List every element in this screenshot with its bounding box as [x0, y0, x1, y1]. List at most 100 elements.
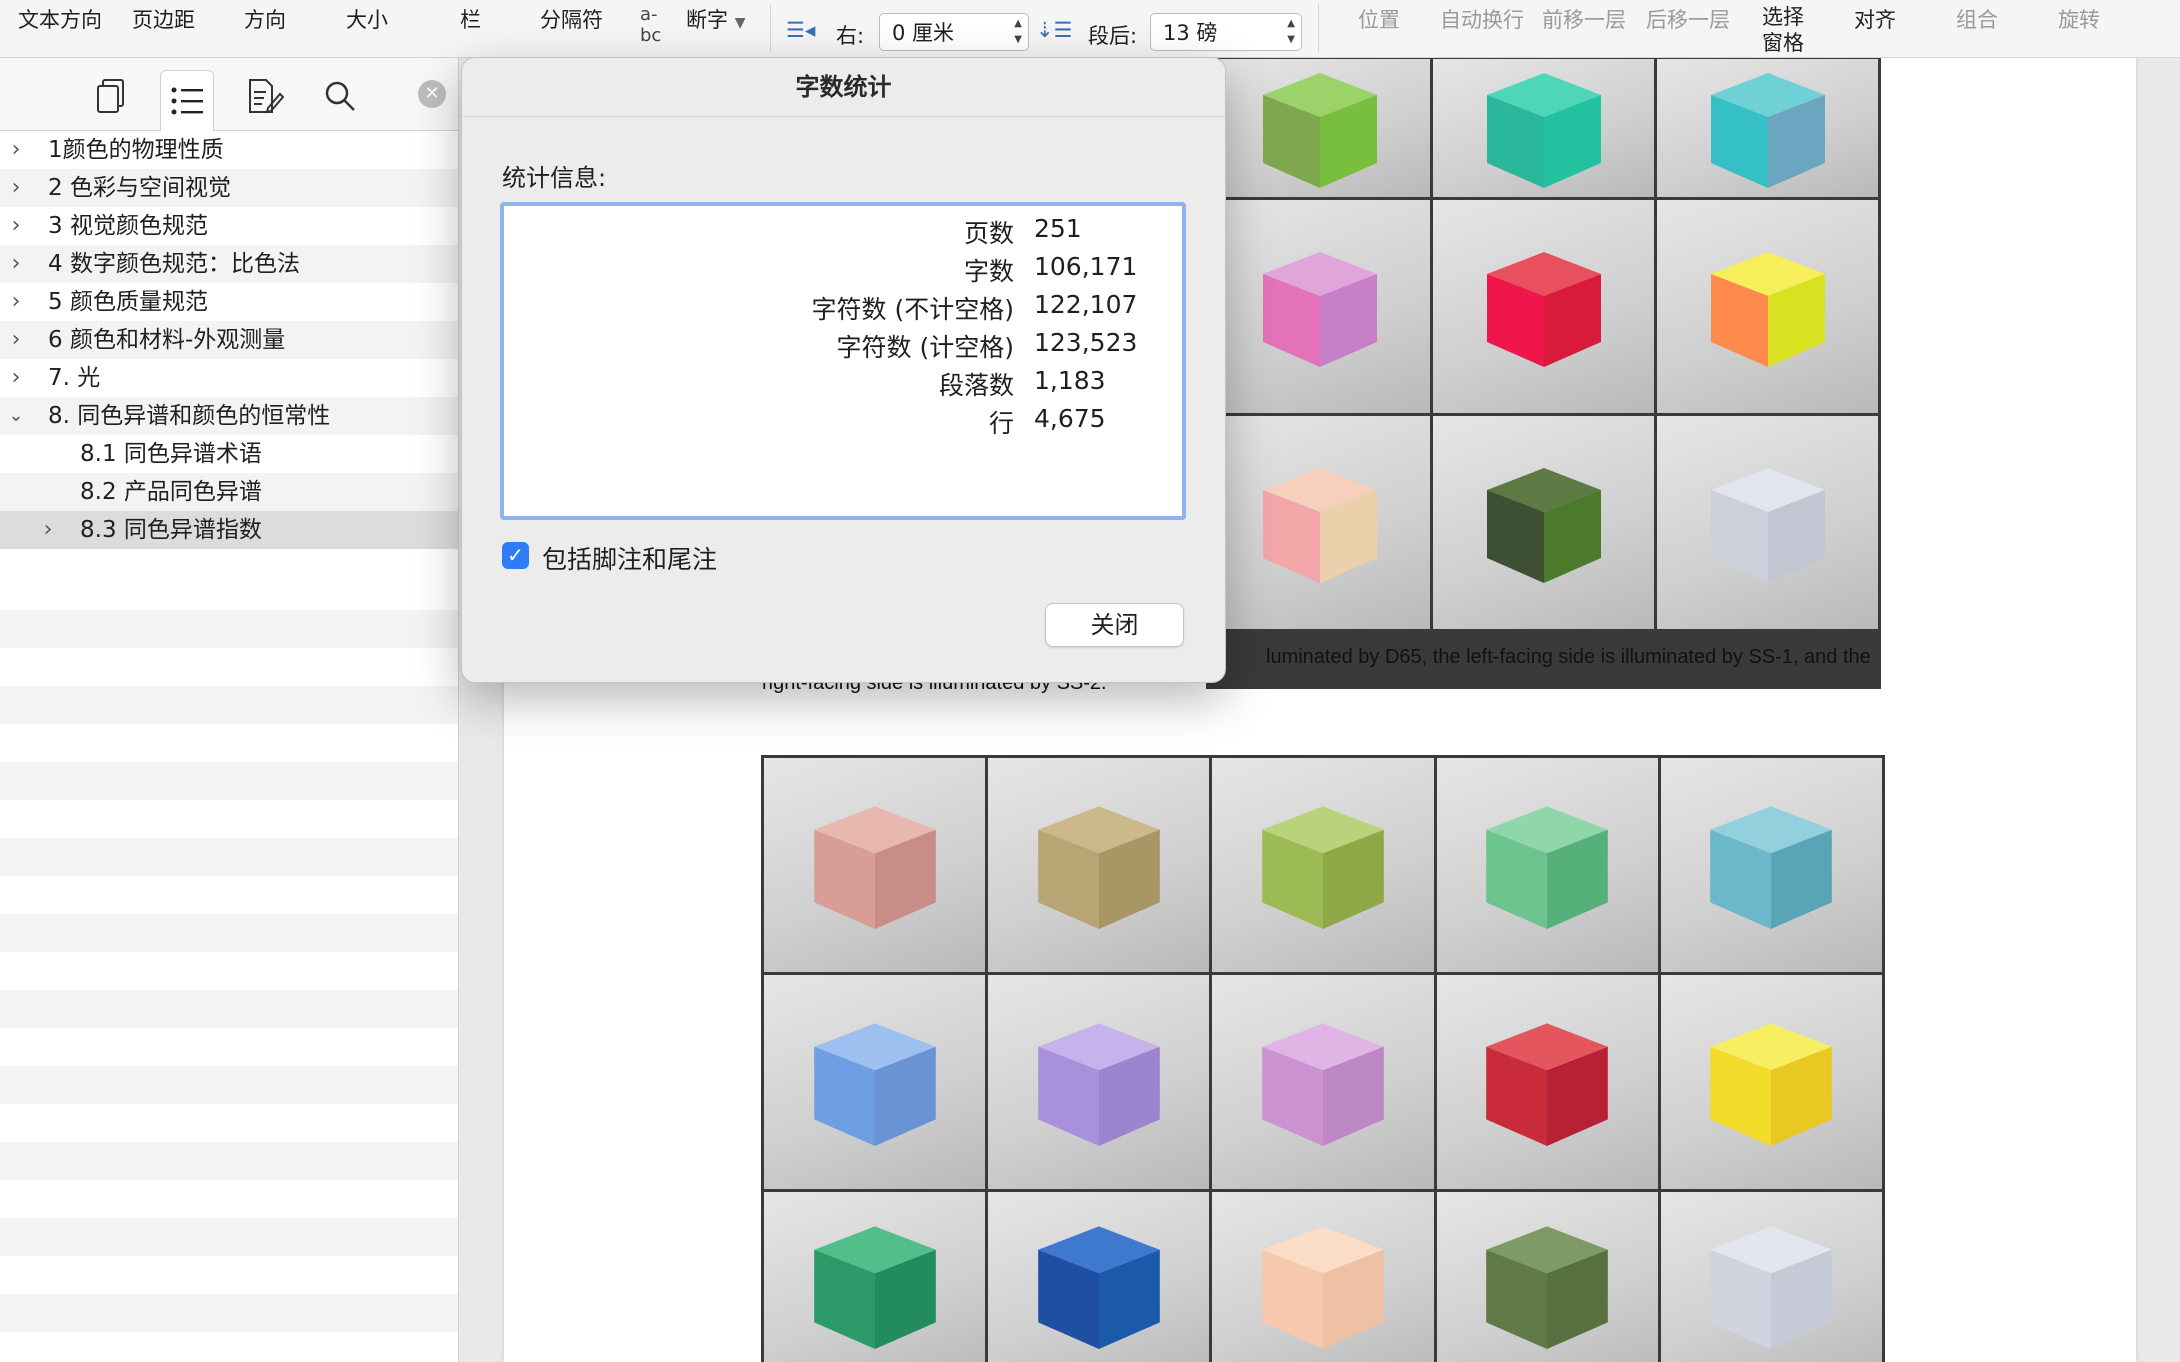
margins-button[interactable]: 页边距: [132, 4, 195, 34]
list-icon: [171, 87, 203, 115]
search-icon: [325, 81, 355, 111]
cube-image: [1657, 416, 1878, 629]
cube-image: [1436, 758, 1658, 972]
cube-image: [1433, 59, 1654, 197]
outline-item-label: 8.3 同色异谱指数: [80, 517, 262, 543]
tab-comments[interactable]: [238, 70, 290, 122]
bring-forward-button[interactable]: 前移一层: [1542, 4, 1626, 34]
stat-value: 122,107: [1034, 290, 1138, 319]
size-button[interactable]: 大小: [346, 4, 388, 34]
stat-value: 106,171: [1034, 252, 1138, 281]
stat-row-words: 字数 106,171: [504, 252, 1182, 290]
chevron-down-icon: ▼: [734, 15, 746, 31]
wrap-text-button[interactable]: 自动换行: [1440, 4, 1524, 34]
include-footnotes-label[interactable]: 包括脚注和尾注: [542, 540, 717, 576]
cube-image: [764, 758, 986, 972]
cube-image: [1657, 200, 1878, 413]
cube-image: [764, 1192, 986, 1362]
stat-row-pages: 页数 251: [504, 214, 1182, 252]
outline-item-label: 7. 光: [48, 365, 101, 391]
navigation-pane-toolbar: ✕: [0, 58, 458, 131]
chevron-down-icon[interactable]: ⌄: [6, 397, 26, 435]
columns-button[interactable]: 栏: [460, 4, 481, 34]
outline-item[interactable]: › 1颜色的物理性质: [0, 131, 458, 169]
navigation-pane: ✕ › 1颜色的物理性质 › 2 色彩与空间视觉 › 3 视觉颜色规范 › 4 …: [0, 58, 459, 1362]
cube-image: [1433, 200, 1654, 413]
cube-image: [1657, 59, 1878, 197]
spacing-after-icon: ⇣☰: [1036, 18, 1073, 42]
close-pane-icon[interactable]: ✕: [418, 80, 446, 108]
hyphenation-button[interactable]: 断字 ▼: [686, 4, 745, 34]
breaks-button[interactable]: 分隔符: [540, 4, 603, 34]
chevron-right-icon[interactable]: ›: [6, 207, 26, 245]
chevron-right-icon[interactable]: ›: [6, 321, 26, 359]
cube-image: [1212, 1192, 1434, 1362]
indent-right-field[interactable]: 0 厘米 ▲ ▼: [879, 13, 1029, 51]
chevron-right-icon[interactable]: ›: [6, 131, 26, 169]
indent-right-icon: ☰◂: [786, 18, 816, 42]
chevron-right-icon[interactable]: ›: [6, 245, 26, 283]
tab-outline[interactable]: [160, 70, 214, 131]
stat-row-lines: 行 4,675: [504, 404, 1182, 442]
indent-right-value: 0 厘米: [892, 21, 955, 45]
cube-image: [1433, 416, 1654, 629]
stat-label: 行: [988, 409, 1014, 438]
selection-pane-button[interactable]: 选择 窗格: [1762, 4, 1804, 56]
outline-item[interactable]: › 5 颜色质量规范: [0, 283, 458, 321]
outline-item[interactable]: 8.2 产品同色异谱: [0, 473, 458, 511]
orientation-button[interactable]: 方向: [244, 4, 286, 34]
cube-image: [1209, 200, 1430, 413]
selection-pane-label-2: 窗格: [1762, 31, 1804, 55]
outline-item[interactable]: › 7. 光: [0, 359, 458, 397]
stat-row-characters-no-spaces: 字符数 (不计空格) 122,107: [504, 290, 1182, 328]
chevron-right-icon[interactable]: ›: [6, 359, 26, 397]
outline-item-label: 4 数字颜色规范：比色法: [48, 251, 300, 277]
outline-item[interactable]: › 4 数字颜色规范：比色法: [0, 245, 458, 283]
stat-label: 段落数: [938, 371, 1014, 400]
stepper-icon[interactable]: ▲ ▼: [1014, 16, 1022, 48]
text-direction-button[interactable]: 文本方向: [18, 4, 102, 34]
stat-label: 字符数 (不计空格): [811, 295, 1014, 324]
selection-pane-label-1: 选择: [1762, 5, 1804, 29]
stat-value: 4,675: [1034, 404, 1106, 433]
stat-row-paragraphs: 段落数 1,183: [504, 366, 1182, 404]
checkmark-icon: ✓: [507, 543, 524, 567]
word-count-dialog: 字数统计 统计信息: 页数 251 字数 106,171 字符数 (不计空格) …: [461, 57, 1226, 683]
position-button[interactable]: 位置: [1358, 4, 1400, 34]
cube-image: [1209, 416, 1430, 629]
spacing-after-value: 13 磅: [1163, 21, 1218, 45]
cube-image: [1212, 975, 1434, 1189]
stat-label: 页数: [963, 219, 1014, 248]
rotate-button[interactable]: 旋转: [2058, 4, 2100, 34]
outline-item[interactable]: › 2 色彩与空间视觉: [0, 169, 458, 207]
statistics-list[interactable]: 页数 251 字数 106,171 字符数 (不计空格) 122,107 字符数…: [500, 202, 1186, 520]
close-button[interactable]: 关闭: [1045, 603, 1184, 647]
outline-item-label: 1颜色的物理性质: [48, 137, 224, 163]
outline-item-label: 5 颜色质量规范: [48, 289, 208, 315]
outline-item[interactable]: › 6 颜色和材料-外观测量: [0, 321, 458, 359]
stat-label: 字数: [963, 257, 1014, 286]
outline-item[interactable]: ⌄ 8. 同色异谱和颜色的恒常性: [0, 397, 458, 435]
stepper-icon[interactable]: ▲ ▼: [1287, 16, 1295, 48]
send-backward-button[interactable]: 后移一层: [1646, 4, 1730, 34]
align-button[interactable]: 对齐: [1854, 4, 1896, 34]
group-button[interactable]: 组合: [1956, 4, 1998, 34]
chevron-right-icon[interactable]: ›: [38, 511, 58, 549]
outline-item-label: 6 颜色和材料-外观测量: [48, 327, 286, 353]
cube-image: [988, 975, 1210, 1189]
tab-thumbnails[interactable]: [86, 70, 138, 122]
outline-item[interactable]: 8.1 同色异谱术语: [0, 435, 458, 473]
statistics-label: 统计信息:: [502, 164, 607, 192]
tab-search[interactable]: [314, 70, 366, 122]
chevron-right-icon[interactable]: ›: [6, 283, 26, 321]
outline-list: › 1颜色的物理性质 › 2 色彩与空间视觉 › 3 视觉颜色规范 › 4 数字…: [0, 131, 458, 549]
chevron-right-icon[interactable]: ›: [6, 169, 26, 207]
outline-item-selected[interactable]: › 8.3 同色异谱指数: [0, 511, 458, 549]
spacing-after-field[interactable]: 13 磅 ▲ ▼: [1150, 13, 1302, 51]
hyphenation-icon: a-bc: [640, 4, 662, 46]
include-footnotes-checkbox[interactable]: ✓: [502, 542, 529, 569]
outline-item[interactable]: › 3 视觉颜色规范: [0, 207, 458, 245]
spacing-after-label: 段后:: [1088, 24, 1138, 48]
outline-item-label: 3 视觉颜色规范: [48, 213, 208, 239]
dialog-title: 字数统计: [462, 58, 1225, 117]
